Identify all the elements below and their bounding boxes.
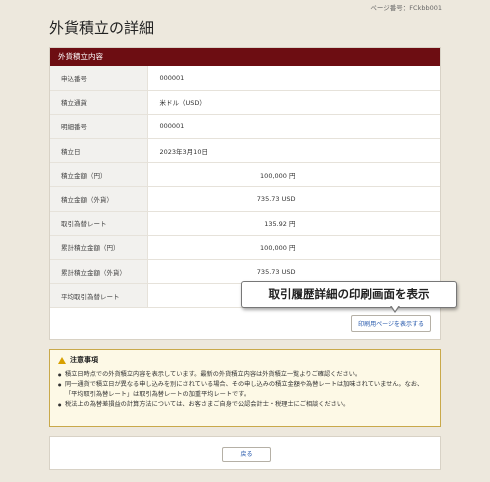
row-value: 000001 bbox=[147, 114, 440, 140]
row-value: 135.92 円 bbox=[264, 220, 296, 229]
detail-table: 申込番号 000001 積立通貨 米ドル（USD） 明細番号 000001 積立… bbox=[50, 66, 440, 309]
table-row: 明細番号 000001 bbox=[50, 114, 440, 140]
table-row: 積立金額（円） 100,000 円 bbox=[50, 162, 440, 188]
table-row: 申込番号 000001 bbox=[50, 66, 440, 91]
row-value: 735.73 USD bbox=[256, 195, 296, 204]
row-label: 取引為替レート bbox=[50, 211, 148, 236]
row-value: 米ドル（USD） bbox=[147, 90, 440, 115]
row-label: 申込番号 bbox=[50, 66, 148, 91]
table-row: 積立日 2023年3月10日 bbox=[50, 138, 440, 164]
footer-box: 戻る bbox=[49, 436, 441, 470]
row-label: 積立金額（外貨） bbox=[50, 186, 148, 212]
row-label: 積立金額（円） bbox=[50, 162, 148, 188]
table-row: 積立金額（外貨） 735.73 USD bbox=[50, 186, 440, 212]
list-item: 税法上の為替差損益の計算方法については、お客さまご自身で公認会計士・税理士にご相… bbox=[58, 400, 432, 410]
row-value: 735.73 USD bbox=[256, 267, 296, 276]
notice-list: 積立日時点での外貨積立内容を表示しています。最新の外貨積立内容は外貨積立一覧より… bbox=[58, 370, 432, 410]
print-tooltip: 取引履歴詳細の印刷画面を表示 bbox=[241, 281, 457, 308]
warning-icon bbox=[58, 356, 66, 364]
row-label: 積立通貨 bbox=[50, 90, 148, 115]
row-label: 平均取引為替レート bbox=[50, 283, 148, 309]
list-item: 積立日時点での外貨積立内容を表示しています。最新の外貨積立内容は外貨積立一覧より… bbox=[58, 370, 432, 380]
notice-title: 注意事項 bbox=[70, 356, 98, 364]
tooltip-arrow-fill bbox=[391, 305, 399, 311]
page-title: 外貨積立の詳細 bbox=[49, 19, 155, 37]
row-value: 000001 bbox=[147, 66, 440, 91]
list-item: 同一通貨で積立日が異なる申し込みを別にされている場合、その申し込みの積立金額や為… bbox=[58, 380, 432, 400]
table-row: 累計積立金額（円） 100,000 円 bbox=[50, 235, 440, 261]
panel-header: 外貨積立内容 bbox=[50, 48, 440, 66]
row-value: 2023年3月10日 bbox=[147, 138, 440, 164]
row-value: 100,000 円 bbox=[260, 171, 296, 180]
back-button[interactable]: 戻る bbox=[222, 447, 271, 462]
print-page-button[interactable]: 印刷用ページを表示する bbox=[351, 315, 431, 332]
row-label: 明細番号 bbox=[50, 114, 148, 140]
row-value: 100,000 円 bbox=[260, 244, 296, 253]
row-label: 積立日 bbox=[50, 138, 148, 164]
table-row: 積立通貨 米ドル（USD） bbox=[50, 90, 440, 115]
table-row: 取引為替レート 135.92 円 bbox=[50, 211, 440, 236]
row-label: 累計積立金額（外貨） bbox=[50, 259, 148, 285]
page-id: ページ番号：FCkbb001 bbox=[370, 4, 442, 12]
row-label: 累計積立金額（円） bbox=[50, 235, 148, 261]
notice-box: 注意事項 積立日時点での外貨積立内容を表示しています。最新の外貨積立内容は外貨積… bbox=[49, 349, 441, 427]
